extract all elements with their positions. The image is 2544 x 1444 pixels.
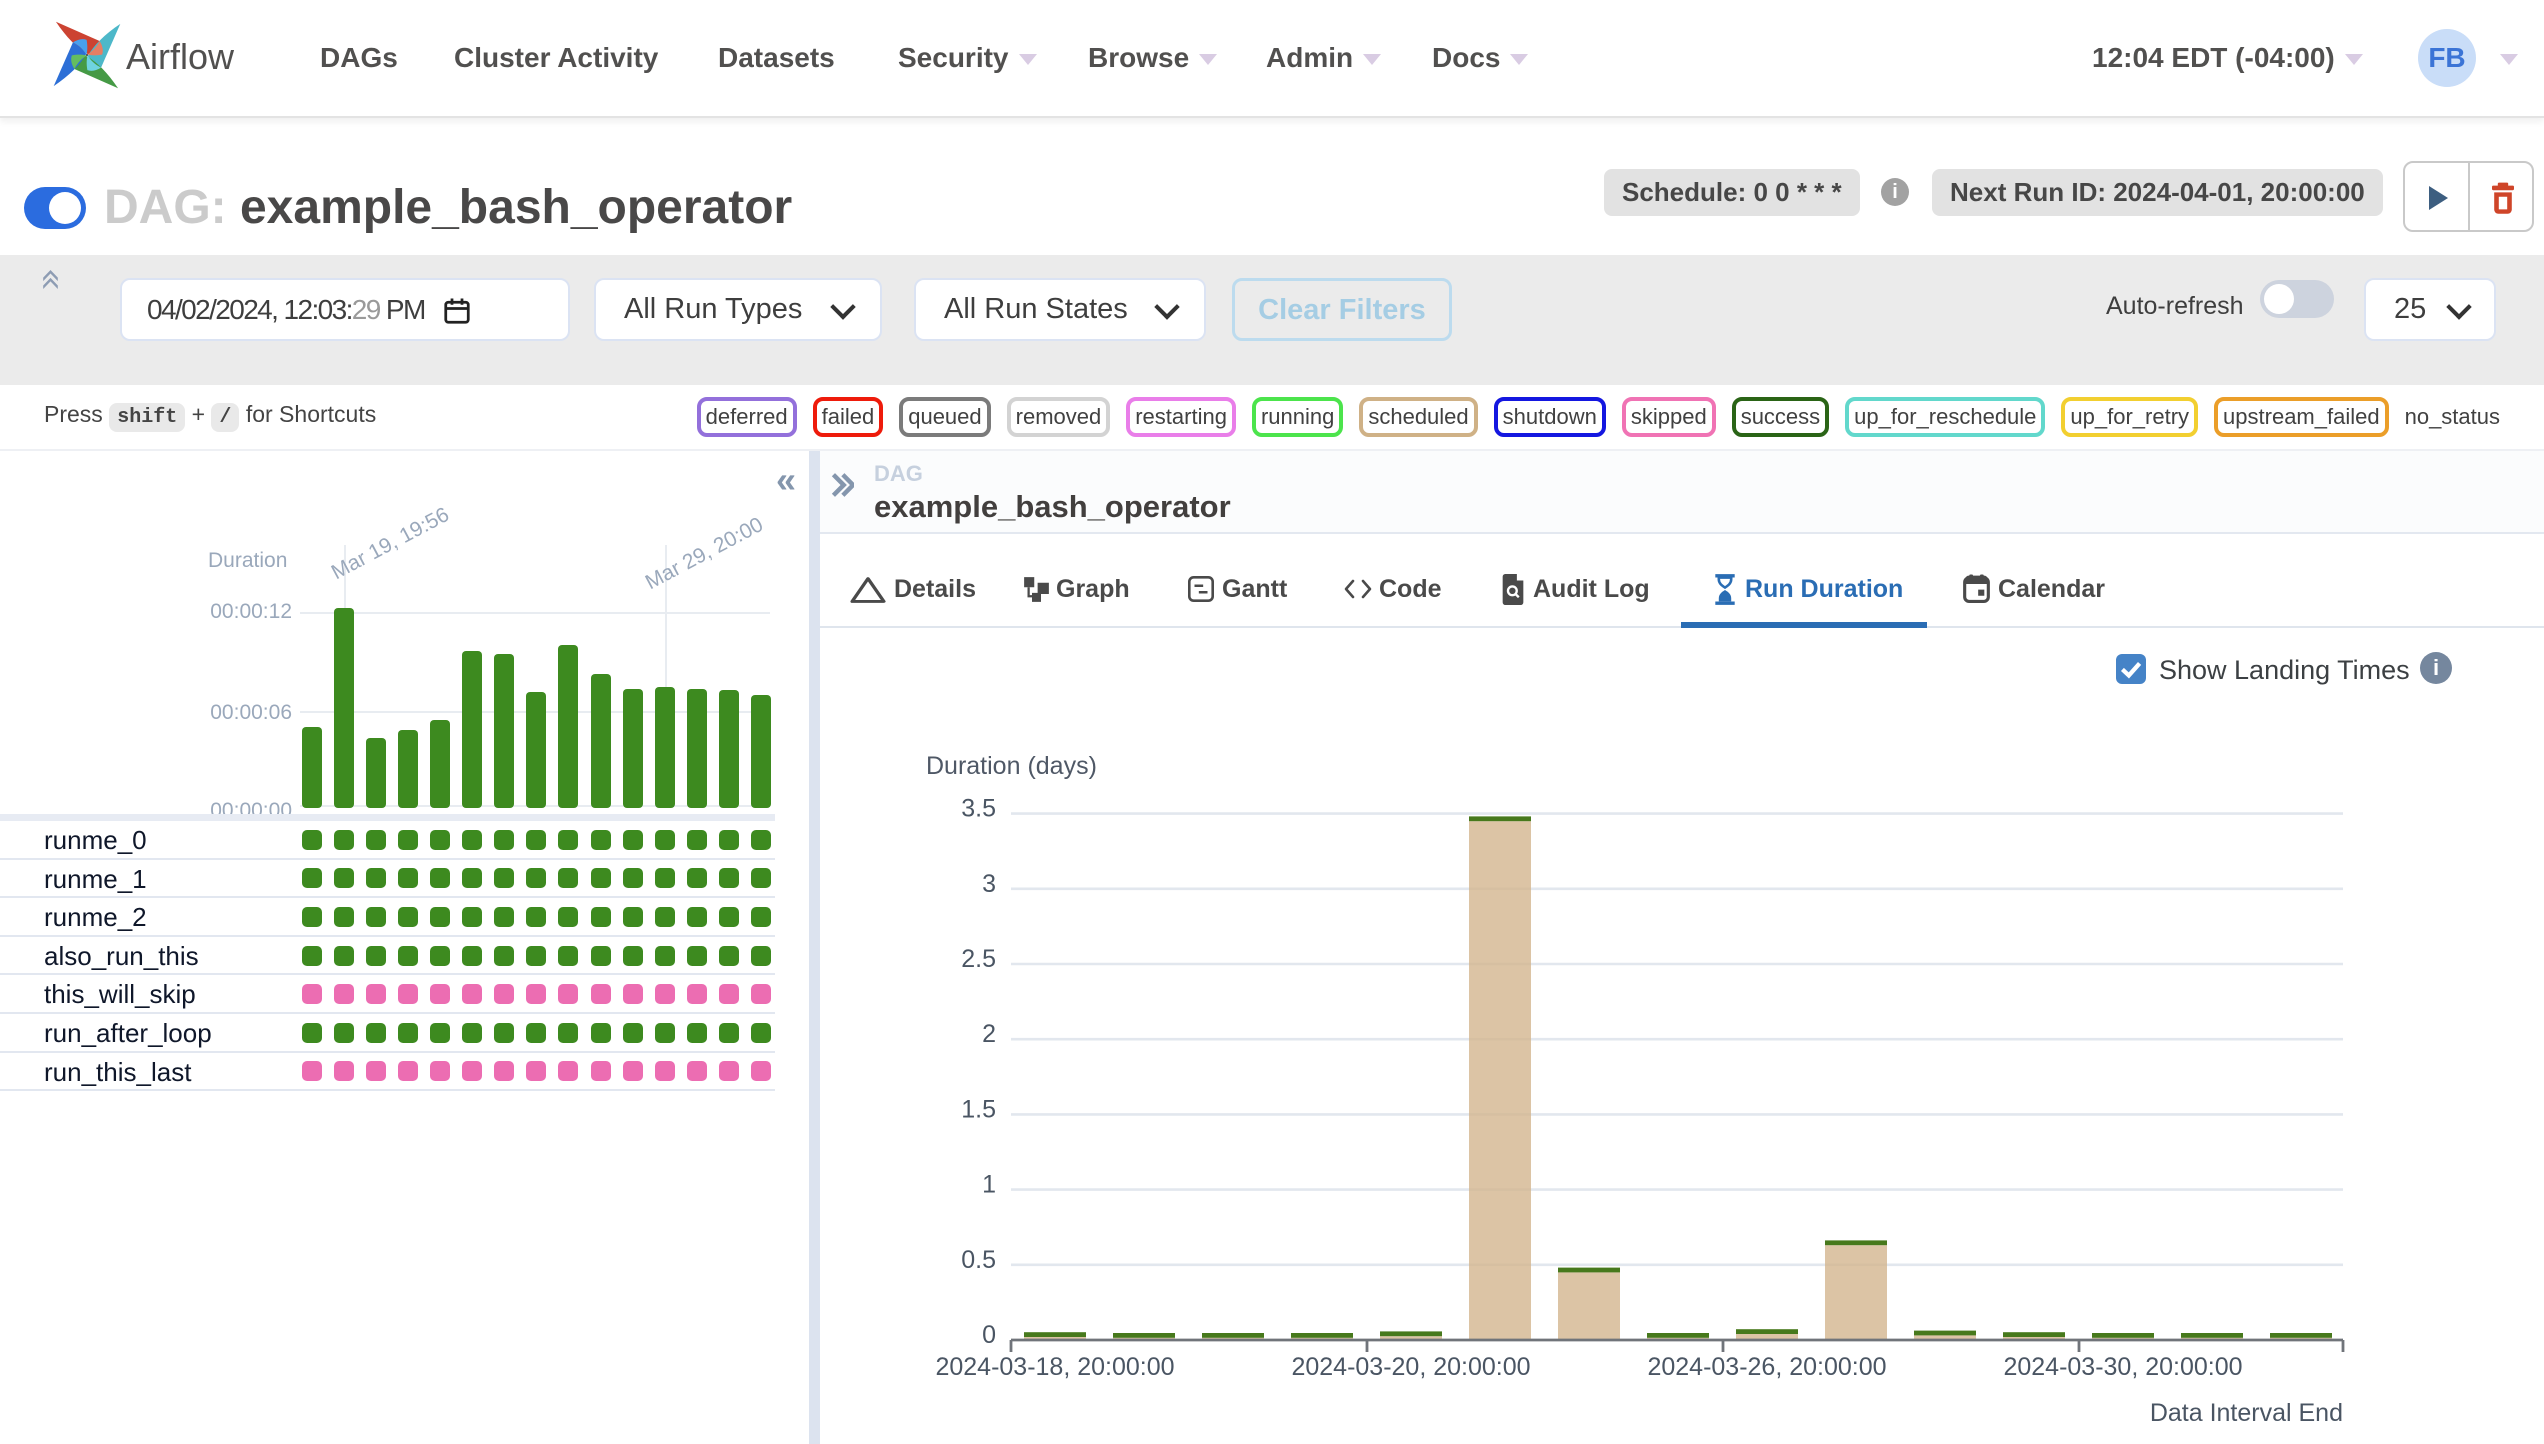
svg-text:0: 0 [982, 1321, 996, 1349]
svg-text:2.5: 2.5 [961, 945, 996, 973]
svg-text:2024-03-26, 20:00:00: 2024-03-26, 20:00:00 [1647, 1353, 1886, 1381]
svg-text:2024-03-18, 20:00:00: 2024-03-18, 20:00:00 [935, 1353, 1174, 1381]
svg-text:Duration (days): Duration (days) [926, 752, 1097, 780]
svg-text:2024-03-20, 20:00:00: 2024-03-20, 20:00:00 [1291, 1353, 1530, 1381]
svg-text:2: 2 [982, 1020, 996, 1048]
svg-text:3: 3 [982, 870, 996, 898]
svg-text:1.5: 1.5 [961, 1095, 996, 1123]
svg-text:2024-03-30, 20:00:00: 2024-03-30, 20:00:00 [2003, 1353, 2242, 1381]
svg-text:Data Interval End: Data Interval End [2150, 1399, 2343, 1427]
svg-text:0.5: 0.5 [961, 1246, 996, 1274]
svg-text:3.5: 3.5 [961, 795, 996, 823]
svg-text:1: 1 [982, 1171, 996, 1199]
